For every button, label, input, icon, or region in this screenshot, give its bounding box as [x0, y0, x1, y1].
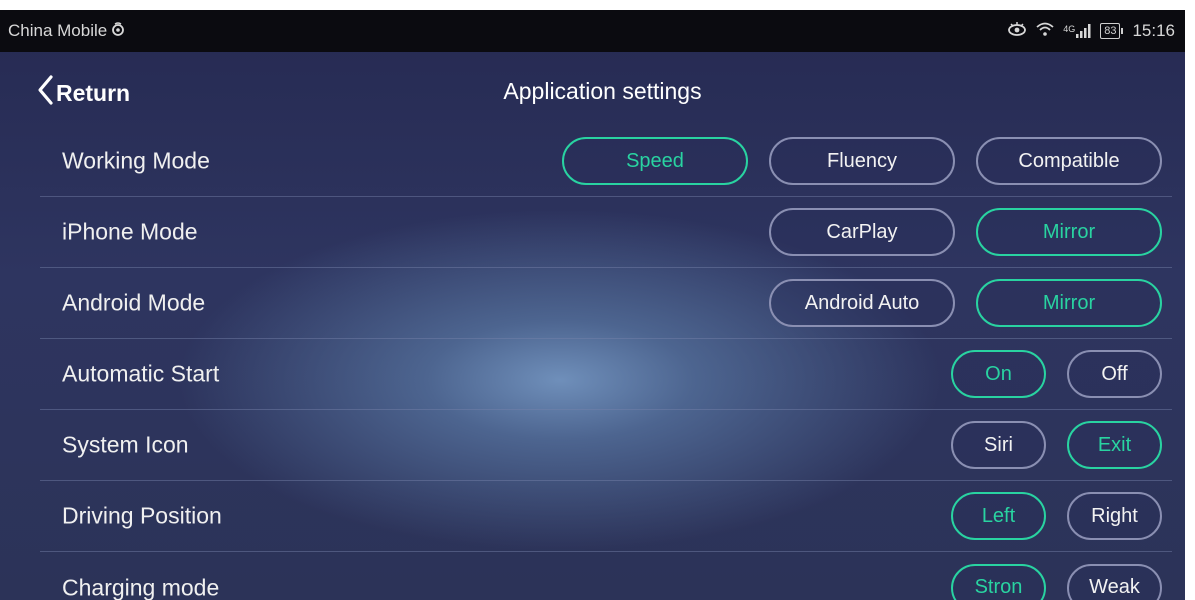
- status-bar: China Mobile 4G 83 15:16: [0, 10, 1185, 52]
- option-group: Stron Weak: [951, 563, 1162, 600]
- option-group: Siri Exit: [951, 421, 1162, 469]
- app-screen: China Mobile 4G 83 15:16 Return Applicat…: [0, 10, 1185, 600]
- setting-row-android-mode: Android Mode Android Auto Mirror: [40, 268, 1172, 339]
- option-exit-button[interactable]: Exit: [1067, 421, 1162, 469]
- option-siri-button[interactable]: Siri: [951, 421, 1046, 469]
- setting-row-charging-mode: Charging mode Stron Weak: [40, 552, 1172, 600]
- carrier-name: China Mobile: [8, 21, 108, 40]
- option-carplay-button[interactable]: CarPlay: [769, 208, 955, 256]
- option-mirror-button[interactable]: Mirror: [976, 208, 1162, 256]
- setting-label: Android Mode: [62, 289, 206, 316]
- setting-row-driving-position: Driving Position Left Right: [40, 481, 1172, 552]
- status-left: China Mobile: [8, 21, 125, 41]
- battery-icon: 83: [1100, 23, 1124, 39]
- option-weak-button[interactable]: Weak: [1067, 563, 1162, 600]
- eye-icon: [1007, 21, 1027, 42]
- option-mirror-button[interactable]: Mirror: [976, 279, 1162, 327]
- option-group: Speed Fluency Compatible: [562, 137, 1162, 185]
- setting-label: Charging mode: [62, 574, 220, 600]
- setting-label: Working Mode: [62, 147, 210, 174]
- signal-icon: 4G: [1063, 24, 1092, 38]
- network-type: 4G: [1063, 24, 1076, 34]
- setting-row-automatic-start: Automatic Start On Off: [40, 339, 1172, 410]
- header: Return Application settings: [0, 52, 1185, 132]
- option-on-button[interactable]: On: [951, 350, 1046, 398]
- option-group: CarPlay Mirror: [769, 208, 1162, 256]
- option-compatible-button[interactable]: Compatible: [976, 137, 1162, 185]
- option-left-button[interactable]: Left: [951, 492, 1046, 540]
- option-speed-button[interactable]: Speed: [562, 137, 748, 185]
- status-time: 15:16: [1132, 21, 1175, 40]
- setting-row-working-mode: Working Mode Speed Fluency Compatible: [40, 126, 1172, 197]
- carrier-logo-icon: [111, 21, 125, 41]
- option-off-button[interactable]: Off: [1067, 350, 1162, 398]
- option-right-button[interactable]: Right: [1067, 492, 1162, 540]
- setting-row-system-icon: System Icon Siri Exit: [40, 410, 1172, 481]
- setting-label: System Icon: [62, 431, 189, 458]
- option-group: Left Right: [951, 492, 1162, 540]
- option-group: Android Auto Mirror: [769, 279, 1162, 327]
- setting-row-iphone-mode: iPhone Mode CarPlay Mirror: [40, 197, 1172, 268]
- setting-label: iPhone Mode: [62, 218, 198, 245]
- option-fluency-button[interactable]: Fluency: [769, 137, 955, 185]
- battery-level: 83: [1104, 25, 1117, 37]
- page-title: Application settings: [503, 78, 702, 104]
- option-android-auto-button[interactable]: Android Auto: [769, 279, 955, 327]
- option-strong-button[interactable]: Stron: [951, 563, 1046, 600]
- option-group: On Off: [951, 350, 1162, 398]
- wifi-icon: [1035, 21, 1055, 42]
- status-right: 4G 83 15:16: [1007, 21, 1175, 42]
- setting-label: Automatic Start: [62, 360, 220, 387]
- setting-label: Driving Position: [62, 502, 222, 529]
